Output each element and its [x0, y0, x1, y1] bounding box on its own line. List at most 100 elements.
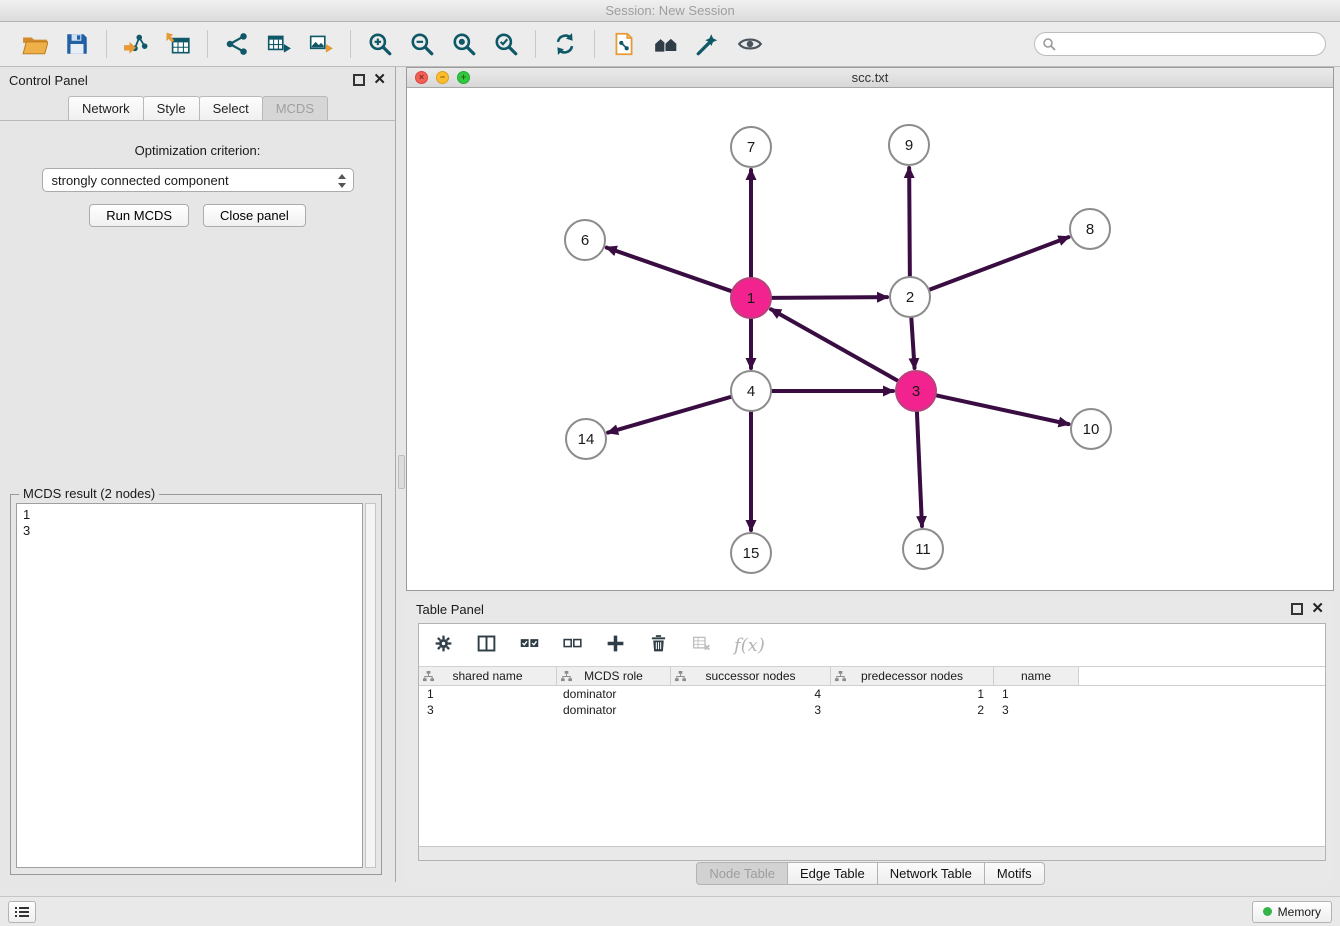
select-all-button[interactable]	[519, 633, 540, 657]
mcds-result-list[interactable]: 13	[16, 503, 363, 868]
graph-edge-2-3[interactable]	[911, 318, 914, 368]
network-canvas[interactable]: 7 9 6 8 1 2 4 3 14 10 15 11	[407, 88, 1333, 590]
svg-text:11: 11	[915, 541, 931, 558]
column-header-mcds-role[interactable]: MCDS role	[557, 667, 671, 685]
import-network-icon	[123, 31, 149, 57]
tab-select[interactable]: Select	[199, 96, 263, 120]
graph-node-2[interactable]: 2	[890, 277, 930, 317]
network-window-titlebar[interactable]: × − + scc.txt	[407, 68, 1333, 88]
close-panel-button[interactable]: Close panel	[203, 204, 306, 227]
import-table-button[interactable]	[157, 25, 199, 63]
table-row[interactable]: 3dominator323	[419, 702, 1325, 718]
checked-boxes-icon	[519, 633, 540, 654]
network-view-window: × − + scc.txt 7 9 6 8 1 2 4 3 14 10 15 11	[406, 67, 1334, 591]
graph-node-4[interactable]: 4	[731, 371, 771, 411]
style-wand-button[interactable]	[687, 25, 729, 63]
graph-edge-2-8[interactable]	[930, 237, 1069, 289]
graph-node-14[interactable]: 14	[566, 419, 606, 459]
zoom-out-button[interactable]	[401, 25, 443, 63]
result-scrollbar[interactable]	[365, 503, 376, 868]
graph-edge-3-1[interactable]	[771, 309, 898, 380]
graph-edge-3-11[interactable]	[917, 412, 922, 526]
zoom-in-button[interactable]	[359, 25, 401, 63]
window-titlebar[interactable]: Session: New Session	[0, 0, 1340, 22]
table-cell: 1	[994, 687, 1079, 701]
maximize-window-button[interactable]: +	[457, 71, 470, 84]
minimize-window-button[interactable]: −	[436, 71, 449, 84]
column-type-icon	[561, 671, 572, 682]
graph-edge-2-9[interactable]	[909, 168, 910, 276]
column-header-shared-name[interactable]: shared name	[419, 667, 557, 685]
tab-edge-table[interactable]: Edge Table	[787, 862, 878, 885]
delete-table-button[interactable]	[691, 633, 712, 657]
graph-node-7[interactable]: 7	[731, 127, 771, 167]
float-table-panel-icon[interactable]	[1291, 603, 1303, 615]
result-line: 3	[23, 523, 356, 539]
deselect-all-button[interactable]	[562, 633, 583, 657]
delete-column-button[interactable]	[648, 633, 669, 657]
refresh-layout-button[interactable]	[544, 25, 586, 63]
save-session-button[interactable]	[56, 25, 98, 63]
main-toolbar	[0, 22, 1340, 67]
memory-button[interactable]: Memory	[1252, 901, 1332, 923]
search-input[interactable]	[1034, 32, 1326, 56]
graph-node-9[interactable]: 9	[889, 125, 929, 165]
close-table-panel-icon[interactable]: ✕	[1311, 603, 1324, 615]
table-export-icon	[266, 31, 292, 57]
svg-text:3: 3	[912, 383, 920, 400]
result-line: 1	[23, 507, 356, 523]
gear-icon	[433, 633, 454, 654]
mcds-result-title: MCDS result (2 nodes)	[19, 486, 159, 501]
export-table-button[interactable]	[258, 25, 300, 63]
tab-mcds[interactable]: MCDS	[262, 96, 328, 120]
zoom-fit-button[interactable]	[443, 25, 485, 63]
svg-text:2: 2	[906, 289, 914, 306]
tab-network[interactable]: Network	[68, 96, 144, 120]
graph-edge-1-6[interactable]	[607, 248, 731, 291]
graph-node-10[interactable]: 10	[1071, 409, 1111, 449]
split-panel-button[interactable]	[476, 633, 497, 657]
graph-edge-4-14[interactable]	[608, 397, 731, 433]
create-column-button[interactable]	[605, 633, 626, 657]
graph-node-15[interactable]: 15	[731, 533, 771, 573]
column-header-name[interactable]: name	[994, 667, 1079, 685]
graph-node-11[interactable]: 11	[903, 529, 943, 569]
graph-edge-1-2[interactable]	[772, 297, 887, 298]
graph-node-1[interactable]: 1	[731, 278, 771, 318]
zoom-in-icon	[367, 31, 393, 57]
optimization-criterion-dropdown[interactable]: strongly connected component	[42, 168, 354, 192]
home-button[interactable]	[645, 25, 687, 63]
graph-edge-3-10[interactable]	[937, 395, 1069, 424]
graph-node-3[interactable]: 3	[896, 371, 936, 411]
image-export-icon	[308, 31, 334, 57]
new-network-button[interactable]	[216, 25, 258, 63]
graphics-details-button[interactable]	[729, 25, 771, 63]
float-panel-icon[interactable]	[353, 74, 365, 86]
close-window-button[interactable]: ×	[415, 71, 428, 84]
column-header-predecessor-nodes[interactable]: predecessor nodes	[831, 667, 994, 685]
mcds-result-group: MCDS result (2 nodes) 13	[10, 494, 382, 875]
function-builder-button[interactable]: f(x)	[734, 635, 765, 656]
horizontal-scrollbar[interactable]	[419, 846, 1325, 860]
column-header-successor-nodes[interactable]: successor nodes	[671, 667, 831, 685]
tab-node-table[interactable]: Node Table	[696, 862, 788, 885]
toolbar-separator	[106, 30, 107, 58]
tab-motifs[interactable]: Motifs	[984, 862, 1045, 885]
table-cell: 1	[419, 687, 557, 701]
network-document-button[interactable]	[603, 25, 645, 63]
show-panels-button[interactable]	[8, 901, 36, 923]
close-panel-icon[interactable]: ✕	[373, 74, 386, 86]
panel-splitter-handle[interactable]	[398, 455, 405, 489]
export-image-button[interactable]	[300, 25, 342, 63]
graph-node-6[interactable]: 6	[565, 220, 605, 260]
open-session-button[interactable]	[14, 25, 56, 63]
table-options-button[interactable]	[433, 633, 454, 657]
tab-network-table[interactable]: Network Table	[877, 862, 985, 885]
column-type-icon	[835, 671, 846, 682]
import-network-button[interactable]	[115, 25, 157, 63]
zoom-selected-button[interactable]	[485, 25, 527, 63]
tab-style[interactable]: Style	[143, 96, 200, 120]
graph-node-8[interactable]: 8	[1070, 209, 1110, 249]
table-row[interactable]: 1dominator411	[419, 686, 1325, 702]
run-mcds-button[interactable]: Run MCDS	[89, 204, 189, 227]
